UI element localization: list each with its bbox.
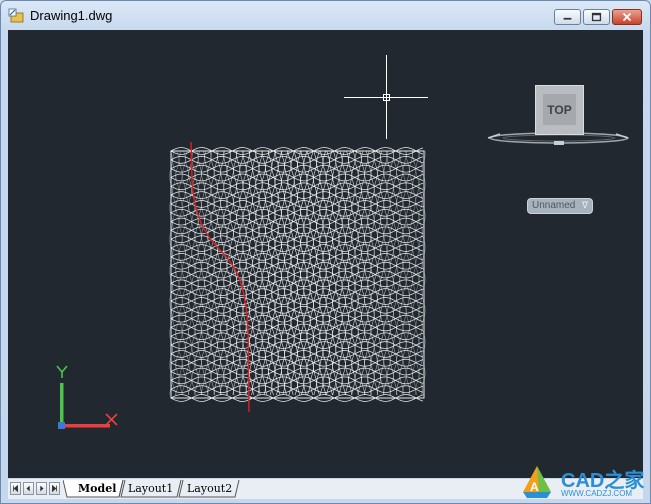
prev-tab-icon <box>26 485 30 492</box>
ucs-icon[interactable] <box>56 365 118 429</box>
cadzj-watermark: A CAD之家 WWW.CADZJ.COM <box>517 462 647 502</box>
minimize-button[interactable] <box>554 9 581 25</box>
drawing-window: Drawing1.dwg TOP Unnamed ∇ Model Layout1… <box>0 0 651 504</box>
minimize-icon <box>563 17 572 20</box>
title-bar[interactable]: Drawing1.dwg <box>1 1 650 29</box>
x-axis-label <box>105 413 118 426</box>
first-tab-icon <box>13 484 18 493</box>
model-viewport[interactable]: TOP Unnamed ∇ <box>8 30 643 478</box>
close-button[interactable] <box>612 9 642 25</box>
restore-button[interactable] <box>583 9 610 25</box>
window-title: Drawing1.dwg <box>30 8 113 23</box>
crosshair-cursor-icon <box>344 55 428 139</box>
ucs-named-view-dropdown[interactable]: Unnamed ∇ <box>527 198 593 214</box>
svg-text:A: A <box>530 480 539 494</box>
dwg-file-icon <box>8 8 24 23</box>
cadzj-logo-icon: A <box>523 466 551 498</box>
tab-layout1[interactable]: Layout1 <box>128 480 173 497</box>
y-axis-label <box>56 365 68 378</box>
chevron-down-icon: ∇ <box>581 200 588 210</box>
viewcube-face-label: TOP <box>547 103 572 117</box>
helical-mesh-geometry <box>169 147 426 402</box>
ucs-dropdown-label: Unnamed <box>532 200 576 211</box>
tab-model[interactable]: Model <box>74 480 120 497</box>
close-icon <box>622 12 632 22</box>
next-tab-button[interactable] <box>36 482 47 495</box>
last-tab-icon <box>52 484 57 493</box>
prev-tab-button[interactable] <box>23 482 34 495</box>
restore-icon <box>591 12 602 22</box>
last-tab-button[interactable] <box>49 482 60 495</box>
first-tab-button[interactable] <box>10 482 21 495</box>
tab-layout2[interactable]: Layout2 <box>187 480 232 497</box>
watermark-url: WWW.CADZJ.COM <box>561 489 633 498</box>
viewcube-top-face[interactable]: TOP <box>535 85 584 135</box>
window-controls <box>552 9 642 25</box>
next-tab-icon <box>40 485 44 492</box>
